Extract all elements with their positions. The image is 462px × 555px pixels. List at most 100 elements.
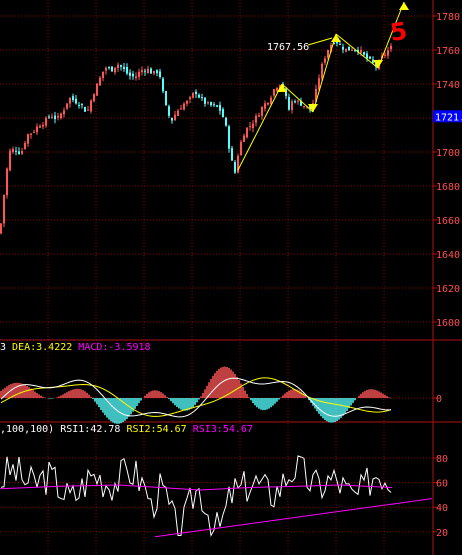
candle-body: [114, 67, 116, 73]
candle-body: [27, 134, 29, 144]
candle-body: [78, 104, 80, 106]
wave-label: 5: [388, 17, 408, 47]
candle-body: [0, 223, 2, 234]
price-label-leader: [307, 37, 333, 46]
stock-chart: 1600162016401660168017001720174017601780…: [0, 0, 462, 555]
candle-body: [132, 73, 134, 77]
candle-body: [9, 150, 11, 171]
candle-body: [195, 91, 197, 95]
candle-body: [39, 126, 41, 128]
candle-body: [66, 103, 68, 109]
candle-body: [243, 135, 245, 142]
candle-body: [192, 92, 194, 98]
wave-line-1: [281, 83, 314, 113]
candle-body: [264, 103, 266, 109]
rsi1-value: RSI1:42.78: [60, 424, 121, 435]
candle-body: [177, 110, 179, 116]
candle-body: [267, 102, 269, 105]
candle-body: [291, 101, 293, 110]
candle-body: [222, 109, 224, 118]
candle-body: [147, 68, 149, 74]
candle-body: [189, 97, 191, 100]
candle-body: [228, 126, 230, 149]
candle-body: [48, 116, 50, 118]
candle-body: [204, 97, 206, 104]
candle-body: [180, 108, 182, 110]
candle-body: [321, 63, 323, 79]
candle-body: [345, 48, 347, 52]
candle-body: [252, 123, 254, 129]
candle-body: [105, 67, 107, 71]
rsi-header-prefix: ,100,100): [0, 424, 61, 435]
wave-annotations: 1767.56 5: [237, 1, 409, 171]
tick-label-1700: 1700: [436, 148, 460, 159]
candle-body: [135, 76, 137, 79]
candle-body: [246, 127, 248, 138]
candle-body: [165, 91, 167, 106]
candle-body: [102, 71, 104, 79]
candle-body: [63, 110, 65, 115]
candle-body: [207, 102, 209, 104]
wave-arrowhead-4: [399, 2, 409, 10]
tick-label-1640: 1640: [436, 250, 460, 261]
candle-body: [93, 94, 95, 102]
candle-body: [384, 54, 386, 56]
candle-body: [294, 101, 296, 103]
candle-body: [339, 43, 341, 45]
candle-body: [342, 46, 344, 50]
candle-body: [273, 89, 275, 96]
candle-body: [69, 97, 71, 104]
candle-body: [21, 150, 23, 154]
candle-body: [144, 70, 146, 72]
rsi-header: ,100,100) RSI1:42.78 RSI2:54.67 RSI3:54.…: [0, 424, 253, 436]
candle-body: [60, 113, 62, 119]
candle-body: [90, 100, 92, 112]
price-label: 1767.56: [267, 42, 309, 53]
rsi-tick-label-80: 80: [436, 454, 448, 465]
candle-body: [123, 66, 125, 70]
candle-body: [174, 114, 176, 121]
candle-body: [303, 106, 305, 108]
candle-body: [33, 131, 35, 133]
rsi2-value: RSI2:54.67: [126, 424, 187, 435]
candle-body: [75, 98, 77, 104]
dea-value: DEA:3.4222: [12, 342, 73, 353]
candle-body: [255, 115, 257, 123]
candle-body: [36, 126, 38, 133]
candle-body: [138, 71, 140, 77]
candle-body: [117, 64, 119, 68]
candle-body: [387, 50, 389, 56]
candle-body: [72, 96, 74, 101]
candle-body: [288, 97, 290, 110]
candle-body: [87, 109, 89, 111]
candle-body: [327, 49, 329, 58]
candle-body: [18, 151, 20, 154]
rsi-tick-label-20: 20: [436, 528, 448, 539]
candle-body: [45, 117, 47, 126]
candle-body: [12, 148, 14, 153]
candle-body: [171, 117, 173, 121]
candle-body: [96, 83, 98, 96]
tick-label-1600: 1600: [436, 318, 460, 329]
candle-body: [351, 49, 353, 51]
candle-body: [57, 116, 59, 118]
wave-arrowhead-3: [373, 60, 383, 68]
candle-body: [234, 162, 236, 173]
candle-body: [237, 155, 239, 173]
candle-body: [153, 70, 155, 74]
candle-body: [324, 58, 326, 63]
candle-body: [108, 67, 110, 69]
tick-label-1620: 1620: [436, 284, 460, 295]
candle-body: [126, 67, 128, 74]
current-price-label: 1721.: [435, 112, 462, 123]
rsi-tick-label-40: 40: [436, 503, 448, 514]
macd-panel: 0: [0, 366, 442, 424]
candle-body: [42, 124, 44, 127]
candle-body: [270, 97, 272, 104]
candle-body: [99, 77, 101, 86]
candle-body: [141, 70, 143, 73]
candle-body: [249, 125, 251, 127]
rsi1-line: [0, 455, 392, 538]
rsi-trendline: [154, 498, 433, 538]
candle-body: [3, 194, 5, 224]
